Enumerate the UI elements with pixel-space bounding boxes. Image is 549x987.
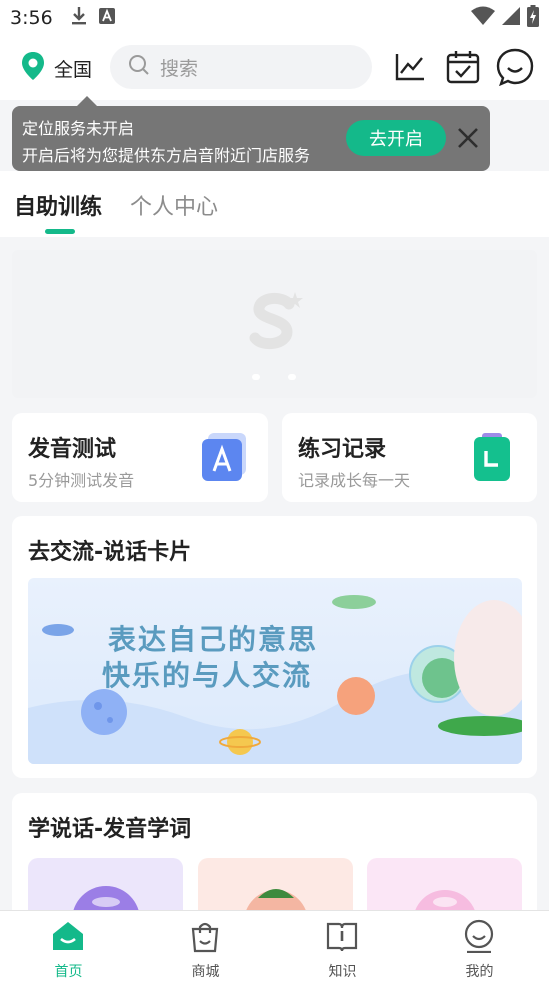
banner-placeholder[interactable] (12, 250, 537, 398)
bottom-navigation: 首页 商城 知识 我的 (0, 910, 549, 987)
pronunciation-test-card[interactable]: 发音测试 5分钟测试发音 (12, 413, 268, 502)
close-icon[interactable] (456, 126, 480, 154)
download-icon (71, 6, 87, 30)
nav-label: 商城 (191, 964, 220, 980)
enable-location-button[interactable]: 去开启 (346, 120, 446, 156)
learn-item-illustration (244, 889, 308, 918)
banner-dot (288, 374, 296, 380)
letter-a-icon (202, 433, 248, 485)
search-placeholder: 搜索 (160, 57, 199, 80)
location-selector[interactable]: 全国 (20, 51, 92, 85)
home-icon (53, 922, 83, 950)
location-pin-icon (20, 51, 46, 85)
book-icon (326, 922, 358, 952)
nav-label: 知识 (328, 964, 357, 980)
message-smile-icon[interactable] (496, 48, 534, 90)
a-badge-icon (98, 8, 115, 28)
nav-knowledge[interactable]: 知识 (274, 911, 411, 987)
banner-text-line1: 表达自己的意思 (108, 623, 319, 656)
learn-item-card[interactable] (367, 858, 522, 918)
tab-personal-center[interactable]: 个人中心 (130, 189, 218, 221)
tab-self-training[interactable]: 自助训练 (14, 189, 102, 221)
status-time: 3:56 (10, 7, 53, 29)
status-bar: 3:56 (0, 0, 549, 36)
tab-bar: 自助训练 个人中心 (0, 171, 549, 237)
tooltip-description: 开启后将为您提供东方启音附近门店服务 (22, 146, 311, 165)
profile-smile-icon (464, 919, 494, 953)
nav-shop[interactable]: 商城 (137, 911, 274, 987)
nav-label: 我的 (465, 964, 494, 980)
section-title: 学说话-发音学词 (28, 817, 192, 842)
speaking-card-banner[interactable]: 表达自己的意思 快乐的与人交流 (28, 578, 522, 764)
location-permission-tooltip: 定位服务未开启 开启后将为您提供东方启音附近门店服务 去开启 (12, 96, 490, 171)
card-subtitle: 5分钟测试发音 (28, 471, 135, 490)
card-title: 练习记录 (298, 437, 387, 462)
nav-label: 首页 (54, 964, 83, 980)
active-tab-indicator (45, 229, 75, 234)
practice-record-card[interactable]: 练习记录 记录成长每一天 (282, 413, 537, 502)
learn-item-illustration (413, 890, 477, 918)
top-header: 全国 搜索 (0, 36, 549, 100)
card-title: 发音测试 (28, 437, 117, 462)
placeholder-logo-icon (235, 282, 315, 366)
search-input[interactable]: 搜索 (110, 45, 372, 89)
tooltip-arrow (76, 96, 98, 107)
speaking-card-section: 去交流-说话卡片 表达自己的意思 快乐的与人交流 (12, 516, 537, 778)
learn-item-card[interactable] (28, 858, 183, 918)
nav-profile[interactable]: 我的 (411, 911, 548, 987)
battery-icon (527, 5, 539, 31)
nav-home[interactable]: 首页 (0, 911, 137, 987)
calendar-check-icon[interactable] (446, 50, 480, 88)
tooltip-title: 定位服务未开启 (22, 119, 135, 138)
shopping-bag-icon (191, 922, 219, 953)
learn-item-card[interactable] (198, 858, 353, 918)
search-icon (128, 54, 150, 80)
cellular-signal-icon (501, 6, 521, 30)
location-label: 全国 (54, 58, 93, 81)
wifi-icon (471, 6, 495, 30)
section-title: 去交流-说话卡片 (28, 540, 192, 565)
banner-text-line2: 快乐的与人交流 (102, 659, 313, 692)
card-subtitle: 记录成长每一天 (298, 471, 411, 490)
banner-dot (252, 374, 260, 380)
clipboard-record-icon (472, 433, 512, 485)
learn-item-illustration (72, 886, 140, 918)
trend-chart-icon[interactable] (394, 50, 426, 86)
